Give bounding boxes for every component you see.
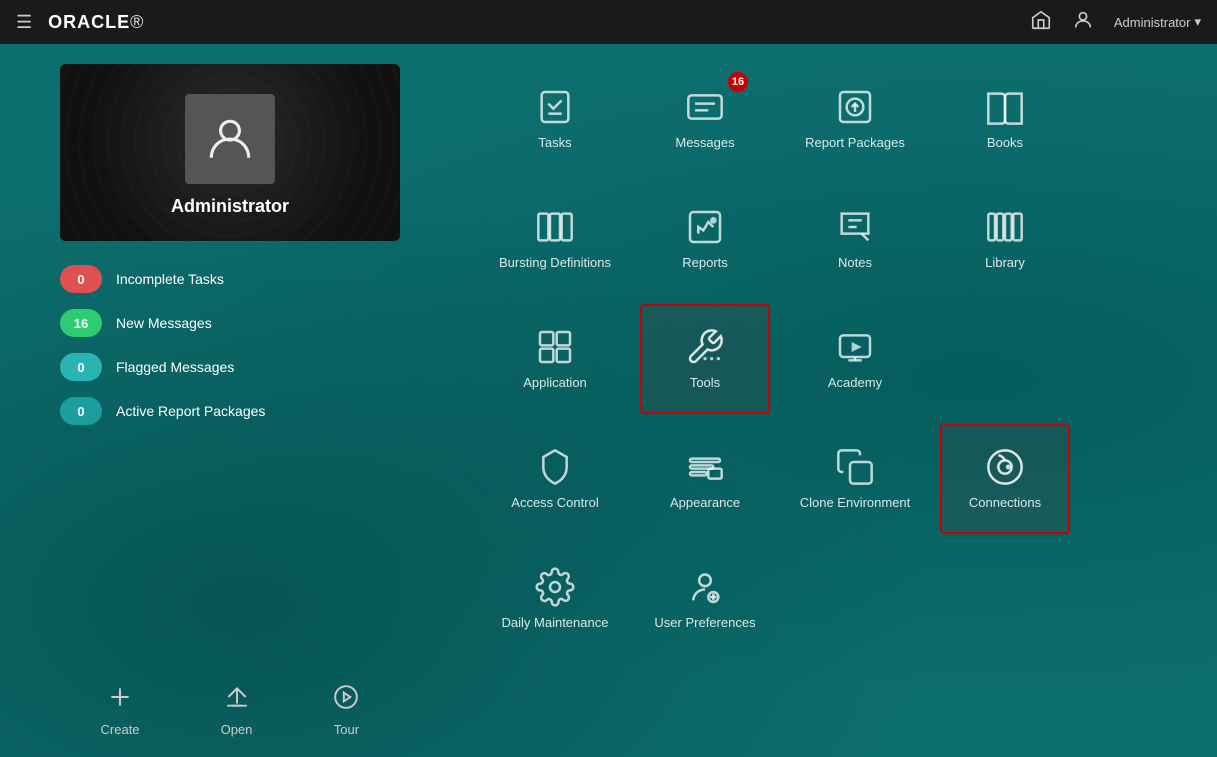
grid-item-books[interactable]: Books <box>940 64 1070 174</box>
active-report-packages-label: Active Report Packages <box>116 403 265 419</box>
messages-label: Messages <box>675 135 734 152</box>
grid-item-connections[interactable]: Connections <box>940 424 1070 534</box>
hamburger-menu[interactable]: ☰ <box>16 12 32 33</box>
admin-dropdown[interactable]: Administrator ▾ <box>1114 14 1201 30</box>
grid-item-daily-maintenance[interactable]: Daily Maintenance <box>490 544 620 654</box>
application-label: Application <box>523 375 587 392</box>
avatar <box>185 94 275 184</box>
user-nav-icon[interactable] <box>1072 9 1094 36</box>
daily-maintenance-label: Daily Maintenance <box>502 615 609 632</box>
grid-item-application[interactable]: Application <box>490 304 620 414</box>
navbar-right: Administrator ▾ <box>1030 9 1201 36</box>
notes-label: Notes <box>838 255 872 272</box>
access-control-label: Access Control <box>511 495 598 512</box>
grid-item-notes[interactable]: Notes <box>790 184 920 294</box>
grid-item-tasks[interactable]: Tasks <box>490 64 620 174</box>
stats-section: 0 Incomplete Tasks 16 New Messages 0 Fla… <box>60 265 400 441</box>
right-panel: Tasks 16 Messages R <box>460 44 1217 757</box>
grid-item-bursting[interactable]: Bursting Definitions <box>490 184 620 294</box>
library-label: Library <box>985 255 1025 272</box>
bottom-actions: Create Open <box>60 664 400 737</box>
report-packages-label: Report Packages <box>805 135 905 152</box>
grid-item-clone-environment[interactable]: Clone Environment <box>790 424 920 534</box>
bursting-label: Bursting Definitions <box>499 255 611 272</box>
stat-row-messages: 16 New Messages <box>60 309 400 337</box>
grid-item-academy[interactable]: Academy <box>790 304 920 414</box>
navbar-left: ☰ ORACLE® <box>16 12 144 33</box>
grid-container: Tasks 16 Messages R <box>490 64 1187 654</box>
open-label: Open <box>221 722 253 737</box>
open-button[interactable]: Open <box>221 684 253 737</box>
grid-item-appearance[interactable]: Appearance <box>640 424 770 534</box>
tasks-label: Tasks <box>538 135 571 152</box>
grid-item-report-packages[interactable]: Report Packages <box>790 64 920 174</box>
grid-item-reports[interactable]: Reports <box>640 184 770 294</box>
grid-item-access-control[interactable]: Access Control <box>490 424 620 534</box>
main-content: Administrator 0 Incomplete Tasks 16 New … <box>0 44 1217 757</box>
appearance-label: Appearance <box>670 495 740 512</box>
create-label: Create <box>101 722 140 737</box>
tour-label: Tour <box>334 722 359 737</box>
profile-name: Administrator <box>171 196 289 217</box>
open-icon <box>224 684 250 716</box>
active-report-packages-badge: 0 <box>60 397 102 425</box>
messages-badge: 16 <box>728 72 748 92</box>
create-icon <box>107 684 133 716</box>
stat-row-flagged: 0 Flagged Messages <box>60 353 400 381</box>
user-preferences-label: User Preferences <box>654 615 755 632</box>
incomplete-tasks-badge: 0 <box>60 265 102 293</box>
grid-item-user-preferences[interactable]: User Preferences <box>640 544 770 654</box>
profile-card: Administrator <box>60 64 400 241</box>
flagged-messages-badge: 0 <box>60 353 102 381</box>
left-panel: Administrator 0 Incomplete Tasks 16 New … <box>0 44 460 757</box>
connections-label: Connections <box>969 495 1041 512</box>
incomplete-tasks-label: Incomplete Tasks <box>116 271 224 287</box>
grid-item-library[interactable]: Library <box>940 184 1070 294</box>
oracle-logo: ORACLE® <box>48 12 144 33</box>
academy-label: Academy <box>828 375 882 392</box>
reports-label: Reports <box>682 255 728 272</box>
grid-item-messages[interactable]: 16 Messages <box>640 64 770 174</box>
clone-environment-label: Clone Environment <box>800 495 911 512</box>
tour-icon <box>333 684 359 716</box>
books-label: Books <box>987 135 1023 152</box>
navbar: ☰ ORACLE® Administrator ▾ <box>0 0 1217 44</box>
create-button[interactable]: Create <box>101 684 140 737</box>
new-messages-label: New Messages <box>116 315 212 331</box>
tour-button[interactable]: Tour <box>333 684 359 737</box>
stat-row-report-packages: 0 Active Report Packages <box>60 397 400 425</box>
home-icon[interactable] <box>1030 9 1052 36</box>
flagged-messages-label: Flagged Messages <box>116 359 234 375</box>
stat-row-incomplete: 0 Incomplete Tasks <box>60 265 400 293</box>
tools-label: Tools <box>690 375 720 392</box>
grid-item-tools[interactable]: Tools <box>640 304 770 414</box>
new-messages-badge: 16 <box>60 309 102 337</box>
